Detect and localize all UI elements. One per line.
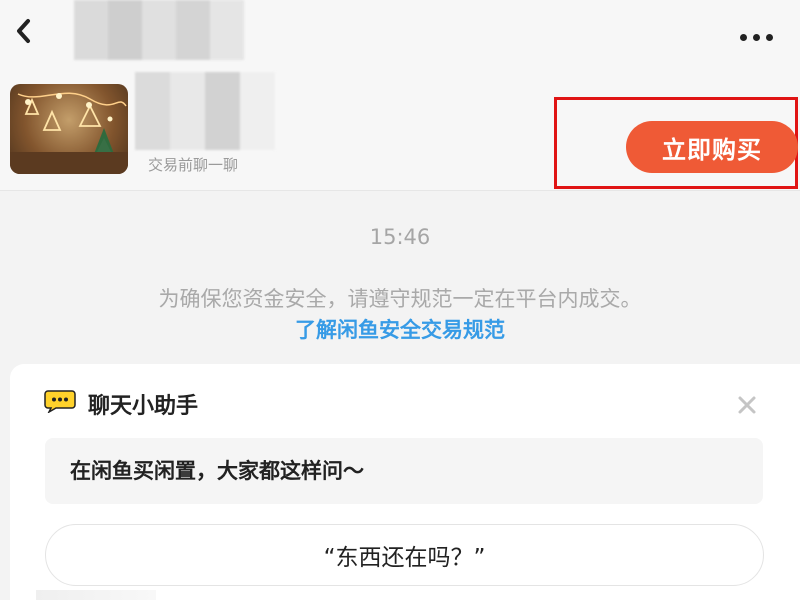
chat-assistant-card: 聊天小助手 在闲鱼买闲置，大家都这样问～ “东西还在吗？”: [10, 364, 800, 600]
assistant-prompt: 在闲鱼买闲置，大家都这样问～: [45, 438, 763, 504]
message-time: 15:46: [369, 225, 431, 249]
product-name-blurred: [135, 72, 275, 150]
product-thumbnail[interactable]: [10, 84, 128, 174]
back-arrow-icon[interactable]: [14, 18, 34, 44]
seller-name-blurred: [74, 0, 244, 60]
chat-header: 交易前聊一聊 立即购买: [0, 0, 800, 191]
safety-notice: 为确保您资金安全，请遵守规范一定在平台内成交。: [158, 287, 642, 311]
faint-list-row: [36, 590, 156, 600]
quick-question-item-still-available[interactable]: “东西还在吗？”: [45, 524, 764, 586]
chat-bubble-icon: [44, 390, 76, 413]
product-subtitle: 交易前聊一聊: [148, 156, 239, 174]
more-options-icon[interactable]: [740, 26, 782, 41]
assistant-title: 聊天小助手: [88, 394, 199, 419]
close-icon[interactable]: [734, 392, 760, 418]
safety-rules-link[interactable]: 了解闲鱼安全交易规范: [0, 314, 800, 344]
buy-now-button[interactable]: 立即购买: [626, 121, 798, 173]
